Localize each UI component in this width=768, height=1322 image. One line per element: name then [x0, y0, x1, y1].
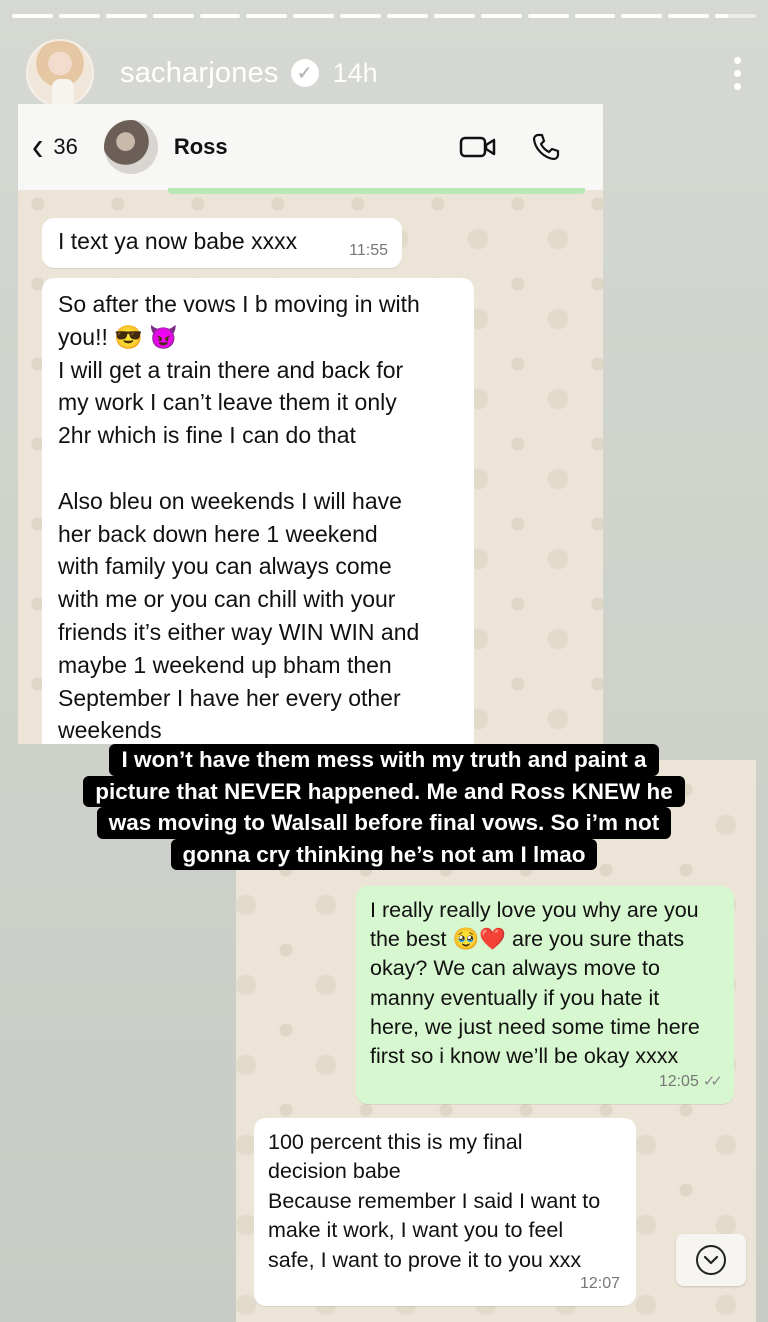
story-progress-segment [105, 14, 147, 18]
contact-name[interactable]: Ross [174, 134, 228, 160]
message-time: 12:05 [658, 1072, 699, 1090]
story-progress-segment [199, 14, 241, 18]
message-text: So after the vows I b moving in with you… [58, 291, 420, 744]
sent-message-bubble: I really really love you why are you the… [356, 886, 734, 1104]
story-progress-segment [621, 14, 663, 18]
story-avatar[interactable] [26, 39, 94, 107]
back-unread-count[interactable]: 36 [53, 134, 77, 160]
story-progress-segment [12, 14, 53, 18]
message-time: 11:55 [349, 242, 388, 259]
verified-badge-icon: ✓ [290, 59, 319, 87]
story-progress-segment [340, 14, 381, 18]
chat-screenshot-1: ‹ 36 Ross I text ya now babe xxxx 11:55 … [18, 104, 603, 744]
caption-line: was moving to Walsall before final vows.… [96, 807, 672, 839]
chevron-left-icon[interactable]: ‹ [32, 127, 43, 168]
story-progress-segment [246, 14, 288, 18]
story-progress-segment [527, 14, 569, 18]
story-progress-segment [715, 14, 756, 18]
story-progress-segment [574, 14, 616, 18]
story-progress-segment [387, 14, 428, 18]
received-message-bubble: 100 percent this is my final decision ba… [254, 1118, 636, 1306]
story-username[interactable]: sacharjones [120, 57, 279, 90]
story-progress-segment [293, 14, 335, 18]
story-time: 14h [332, 57, 378, 88]
message-bubble: I text ya now babe xxxx 11:55 [42, 218, 402, 268]
chevron-down-circle-icon[interactable] [676, 1234, 746, 1286]
message-text: I text ya now babe xxxx [58, 228, 298, 254]
caption-line: gonna cry thinking he’s not am I lmao [170, 838, 598, 870]
caption-line: picture that NEVER happened. Me and Ross… [83, 775, 685, 807]
story-progress-segment [152, 14, 194, 18]
more-vertical-icon[interactable] [732, 56, 742, 90]
double-check-icon: ✓✓ [702, 1072, 723, 1090]
story-header: sacharjones ✓ 14h [26, 39, 742, 107]
message-text: 100 percent this is my final decision ba… [268, 1130, 601, 1272]
header-accent-line [168, 188, 585, 194]
phone-icon[interactable] [529, 130, 563, 164]
story-caption: I won’t have them mess with my truth and… [0, 744, 768, 870]
message-time: 12:07 [579, 1274, 620, 1292]
story-progress-segment [433, 14, 475, 18]
video-call-icon[interactable] [459, 134, 499, 160]
message-bubble: So after the vows I b moving in with you… [42, 278, 474, 744]
story-progress-bar [12, 14, 756, 18]
story-progress-segment [58, 14, 100, 18]
contact-avatar[interactable] [103, 120, 158, 174]
story-progress-segment [480, 14, 522, 18]
chat-header: ‹ 36 Ross [18, 104, 603, 190]
message-text: I really really love you why are you the… [370, 898, 700, 1069]
story-progress-segment [668, 14, 710, 18]
caption-line: I won’t have them mess with my truth and… [109, 744, 659, 776]
message-meta: 12:05 ✓✓ [658, 1067, 723, 1096]
